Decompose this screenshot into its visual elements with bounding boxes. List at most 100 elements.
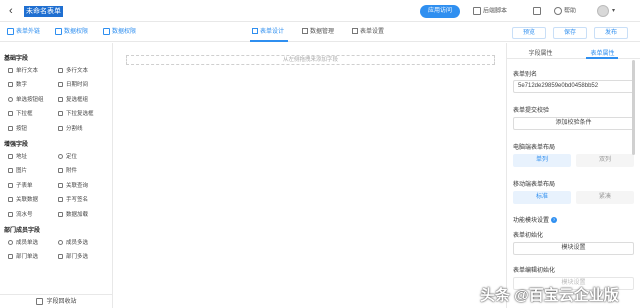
section-enhanced-fields: 增强字段 [4,142,29,148]
preview-button[interactable]: 预览 [512,27,546,39]
section-member-fields: 部门成员字段 [4,228,41,234]
field-divider[interactable]: 分割线 [58,124,83,134]
settings-icon[interactable] [533,7,543,16]
field-label: 关联数据 [16,197,39,203]
field-related-query[interactable]: 关联查询 [58,181,88,191]
field-dropdown-multi[interactable]: 下拉复选框 [58,109,94,119]
backend-script-link[interactable]: 后端脚本 [473,7,507,16]
tab-form-settings-label: 表单设置 [360,29,385,35]
image-icon [8,168,13,174]
pc-layout-single[interactable]: 单列 [513,154,571,167]
field-number[interactable]: 数字 [8,80,27,90]
section-basic-fields: 基础字段 [4,56,29,62]
property-panel-scrollbar[interactable] [632,60,635,155]
field-member-single[interactable]: 成员单选 [8,238,38,248]
module-settings-label: 功能模块设置? [513,215,558,224]
data-permission-link-1[interactable]: 数据权限 [55,28,88,37]
pc-layout-double[interactable]: 双列 [576,154,634,167]
field-label: 成员多选 [66,240,89,246]
field-attachment[interactable]: 附件 [58,166,77,176]
tab-form-properties[interactable]: 表单属性 [569,48,636,57]
field-label: 下拉框 [16,111,33,117]
help-link[interactable]: 帮助 [554,7,576,16]
mobile-layout-toggle: 标准 紧凑 [513,191,634,204]
recycle-bin-label: 字段回收站 [46,299,77,305]
dropdown-multi-icon [58,111,63,117]
back-icon[interactable]: ‹ [9,5,19,17]
field-label: 下拉复选框 [66,111,94,117]
drop-zone[interactable]: 从左侧拖拽来添加字段 [126,55,495,65]
tab-field-properties[interactable]: 字段属性 [507,48,574,57]
field-subform[interactable]: 子表单 [8,181,33,191]
tab-form-design[interactable]: 表单设计 [252,28,284,37]
field-button[interactable]: 按钮 [8,124,27,134]
data-permission-label-1: 数据权限 [64,29,89,36]
avatar[interactable] [597,5,609,17]
tab-data-management[interactable]: 数据管理 [302,28,334,37]
dropdown-icon [8,111,13,117]
field-data-load[interactable]: 数据加载 [58,210,88,220]
app-visit-button[interactable]: 应用访问 [420,5,460,18]
field-address[interactable]: 地址 [8,152,27,162]
field-recycle-bin[interactable]: 字段回收站 [0,294,113,308]
signature-icon [58,197,63,203]
form-canvas[interactable]: 从左侧拖拽来添加字段 [114,43,505,308]
field-location[interactable]: 定位 [58,152,77,162]
field-multi-line-text[interactable]: 多行文本 [58,66,88,76]
form-external-link[interactable]: 表单外链 [7,28,40,37]
mobile-layout-label: 移动端表单布局 [513,182,556,188]
field-label: 定位 [66,154,78,160]
pc-layout-toggle: 单列 双列 [513,154,634,167]
query-icon [58,183,63,189]
field-radio-group[interactable]: 单选按钮组 [8,95,44,105]
department-icon [8,254,13,260]
field-datetime[interactable]: 日期时间 [58,80,88,90]
publish-button[interactable]: 发布 [594,27,628,39]
field-label: 复选框组 [66,97,89,103]
form-alias-label: 表单别名 [513,72,538,78]
field-label: 手写签名 [66,197,89,203]
button-icon [8,126,13,132]
data-load-icon [58,212,63,218]
field-serial-number[interactable]: 流水号 [8,210,33,220]
address-icon [8,154,13,160]
data-permission-label-2: 数据权限 [112,29,137,36]
field-member-multi[interactable]: 成员多选 [58,238,88,248]
backend-script-label: 后端脚本 [483,8,508,15]
module-settings-text: 功能模块设置 [513,218,550,224]
avatar-caret-icon[interactable]: ▾ [612,7,615,14]
field-related-data[interactable]: 关联数据 [8,195,38,205]
text-icon [8,68,13,74]
attachment-icon [58,168,63,174]
field-signature[interactable]: 手写签名 [58,195,88,205]
help-icon [554,7,562,15]
form-title[interactable]: 未命名表单 [24,6,63,17]
permission-icon [103,28,110,35]
field-single-line-text[interactable]: 单行文本 [8,66,38,76]
module-settings-button[interactable]: 模块设置 [513,242,634,255]
field-image[interactable]: 图片 [8,166,27,176]
form-toolbar: 表单外链 数据权限 数据权限 表单设计 数据管理 表单设置 预览 保存 发布 [0,22,640,42]
external-link-label: 表单外链 [16,29,41,36]
tab-form-settings[interactable]: 表单设置 [352,28,384,37]
save-button[interactable]: 保存 [553,27,587,39]
field-label: 按钮 [16,126,28,132]
form-alias-input[interactable]: 5e712de29859e0bd0458bb52 [513,80,634,93]
field-dropdown[interactable]: 下拉框 [8,109,33,119]
serial-icon [8,212,13,218]
top-bar: ‹ 未命名表单 应用访问 后端脚本 帮助 ▾ [0,0,640,22]
form-init-label: 表单初始化 [513,233,544,239]
field-label: 部门单选 [16,254,39,260]
mobile-layout-compact[interactable]: 紧凑 [576,191,634,204]
mobile-layout-standard[interactable]: 标准 [513,191,571,204]
field-department-single[interactable]: 部门单选 [8,252,38,262]
data-permission-link-2[interactable]: 数据权限 [103,28,136,37]
help-label: 帮助 [564,8,577,15]
link-icon [7,28,14,35]
add-check-button[interactable]: 添加校验条件 [513,117,634,130]
field-checkbox-group[interactable]: 复选框组 [58,95,88,105]
field-department-multi[interactable]: 部门多选 [58,252,88,262]
field-label: 关联查询 [66,183,89,189]
tab-data-management-label: 数据管理 [310,29,335,35]
question-icon[interactable]: ? [551,217,558,224]
